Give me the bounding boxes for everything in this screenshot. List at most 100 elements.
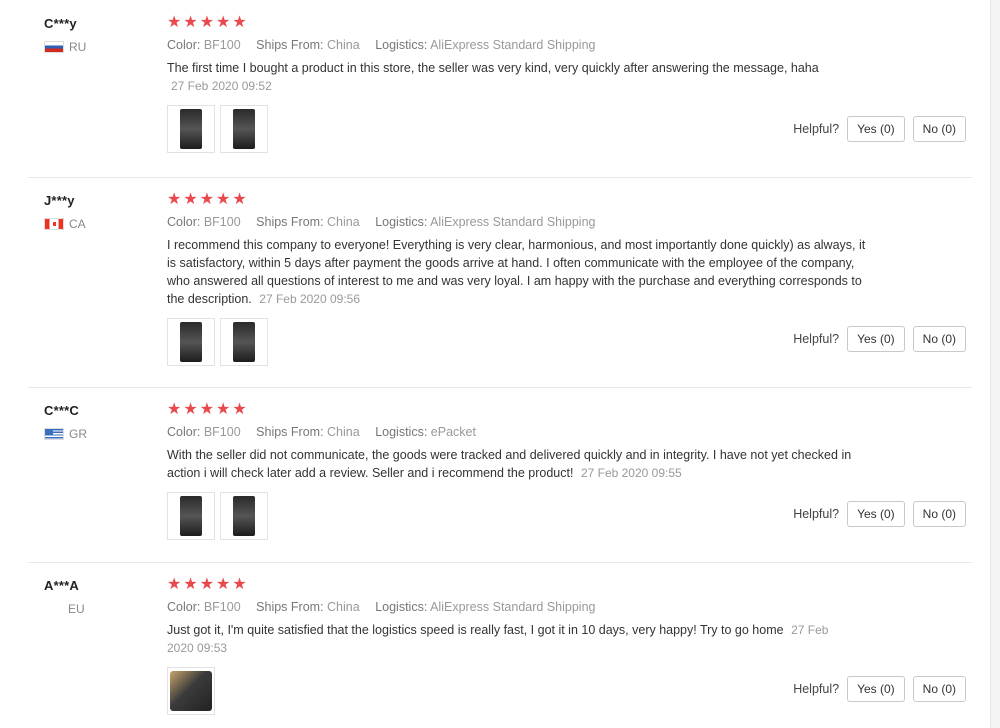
review-photos bbox=[167, 492, 887, 540]
review-date: 27 Feb 2020 09:56 bbox=[259, 292, 361, 306]
review-photo[interactable] bbox=[167, 492, 215, 540]
review-photos bbox=[167, 318, 887, 366]
ships-from-value: China bbox=[327, 600, 360, 614]
color-label: Color: bbox=[167, 215, 201, 229]
gr-flag-icon bbox=[44, 428, 64, 440]
review-photo[interactable] bbox=[220, 318, 268, 366]
star-rating: ★★★★★ bbox=[167, 191, 249, 208]
ships-from-label: Ships From: bbox=[256, 425, 324, 439]
helpful-label: Helpful? bbox=[793, 682, 840, 696]
helpful-controls: Helpful? Yes (0) No (0) bbox=[793, 116, 966, 142]
helpful-controls: Helpful? Yes (0) No (0) bbox=[793, 501, 966, 527]
review-item: J***y CA ★★★★★ Color: BF100 Ships From: … bbox=[28, 177, 972, 388]
country-code: EU bbox=[68, 602, 85, 616]
product-image-icon bbox=[233, 322, 255, 362]
product-image-icon bbox=[180, 496, 202, 536]
logistics-value: AliExpress Standard Shipping bbox=[430, 215, 596, 229]
reviewer-info: C***C GR bbox=[44, 403, 154, 441]
reviewer-country: CA bbox=[44, 217, 154, 231]
review-text: With the seller did not communicate, the… bbox=[167, 446, 867, 482]
review-photo[interactable] bbox=[167, 667, 215, 715]
helpful-yes-button[interactable]: Yes (0) bbox=[847, 501, 905, 527]
country-code: RU bbox=[69, 40, 87, 54]
review-meta: Color: BF100 Ships From: China Logistics… bbox=[167, 215, 887, 229]
helpful-no-button[interactable]: No (0) bbox=[912, 116, 966, 142]
reviewer-name: C***C bbox=[44, 403, 79, 418]
logistics-value: ePacket bbox=[430, 425, 476, 439]
color-label: Color: bbox=[167, 38, 201, 52]
review-photos bbox=[167, 667, 887, 715]
review-photos bbox=[167, 105, 887, 153]
logistics-label: Logistics: bbox=[375, 600, 428, 614]
color-value: BF100 bbox=[203, 425, 241, 439]
review-meta: Color: BF100 Ships From: China Logistics… bbox=[167, 425, 887, 439]
ca-flag-icon bbox=[44, 218, 64, 230]
logistics-label: Logistics: bbox=[375, 38, 428, 52]
helpful-yes-button[interactable]: Yes (0) bbox=[847, 326, 905, 352]
helpful-label: Helpful? bbox=[793, 122, 840, 136]
helpful-yes-button[interactable]: Yes (0) bbox=[847, 116, 905, 142]
helpful-controls: Helpful? Yes (0) No (0) bbox=[793, 676, 966, 702]
ships-from-label: Ships From: bbox=[256, 600, 324, 614]
helpful-label: Helpful? bbox=[793, 507, 840, 521]
review-meta: Color: BF100 Ships From: China Logistics… bbox=[167, 38, 887, 52]
review-photo[interactable] bbox=[167, 318, 215, 366]
color-value: BF100 bbox=[203, 38, 241, 52]
reviewer-name: J***y bbox=[44, 193, 75, 208]
reviewer-country: EU bbox=[44, 602, 154, 616]
product-image-icon bbox=[180, 322, 202, 362]
star-rating: ★★★★★ bbox=[167, 401, 249, 418]
review-photo[interactable] bbox=[220, 492, 268, 540]
review-photo[interactable] bbox=[167, 105, 215, 153]
color-label: Color: bbox=[167, 600, 201, 614]
review-body: Just got it, I'm quite satisfied that th… bbox=[167, 623, 784, 637]
product-image-icon bbox=[233, 496, 255, 536]
review-text: The first time I bought a product in thi… bbox=[167, 59, 867, 95]
color-value: BF100 bbox=[203, 215, 241, 229]
product-image-icon bbox=[233, 109, 255, 149]
review-photo[interactable] bbox=[220, 105, 268, 153]
reviewer-info: A***A EU bbox=[44, 578, 154, 616]
reviewer-info: C***y RU bbox=[44, 16, 154, 54]
review-item: C***C GR ★★★★★ Color: BF100 Ships From: … bbox=[28, 387, 972, 563]
reviewer-name: C***y bbox=[44, 16, 77, 31]
product-image-icon bbox=[170, 671, 212, 711]
helpful-no-button[interactable]: No (0) bbox=[912, 326, 966, 352]
ships-from-label: Ships From: bbox=[256, 38, 324, 52]
review-text: Just got it, I'm quite satisfied that th… bbox=[167, 621, 837, 657]
country-code: GR bbox=[69, 427, 87, 441]
reviewer-name: A***A bbox=[44, 578, 79, 593]
color-label: Color: bbox=[167, 425, 201, 439]
helpful-controls: Helpful? Yes (0) No (0) bbox=[793, 326, 966, 352]
helpful-yes-button[interactable]: Yes (0) bbox=[847, 676, 905, 702]
review-date: 27 Feb 2020 09:52 bbox=[171, 79, 272, 93]
review-item: A***A EU ★★★★★ Color: BF100 Ships From: … bbox=[28, 562, 972, 728]
logistics-label: Logistics: bbox=[375, 215, 428, 229]
helpful-no-button[interactable]: No (0) bbox=[912, 501, 966, 527]
ru-flag-icon bbox=[44, 41, 64, 53]
review-body: With the seller did not communicate, the… bbox=[167, 448, 852, 480]
ships-from-value: China bbox=[327, 215, 360, 229]
logistics-value: AliExpress Standard Shipping bbox=[430, 38, 596, 52]
ships-from-value: China bbox=[327, 38, 360, 52]
review-content: ★★★★★ Color: BF100 Ships From: China Log… bbox=[167, 191, 887, 366]
reviewer-info: J***y CA bbox=[44, 193, 154, 231]
review-content: ★★★★★ Color: BF100 Ships From: China Log… bbox=[167, 14, 887, 153]
reviewer-country: GR bbox=[44, 427, 154, 441]
ships-from-value: China bbox=[327, 425, 360, 439]
reviewer-country: RU bbox=[44, 40, 154, 54]
review-meta: Color: BF100 Ships From: China Logistics… bbox=[167, 600, 887, 614]
review-text: I recommend this company to everyone! Ev… bbox=[167, 236, 867, 308]
color-value: BF100 bbox=[203, 600, 241, 614]
review-item: C***y RU ★★★★★ Color: BF100 Ships From: … bbox=[28, 0, 972, 178]
review-content: ★★★★★ Color: BF100 Ships From: China Log… bbox=[167, 401, 887, 540]
helpful-label: Helpful? bbox=[793, 332, 840, 346]
helpful-no-button[interactable]: No (0) bbox=[912, 676, 966, 702]
product-image-icon bbox=[180, 109, 202, 149]
review-date: 27 Feb 2020 09:55 bbox=[580, 466, 682, 480]
star-rating: ★★★★★ bbox=[167, 576, 249, 593]
country-code: CA bbox=[69, 217, 86, 231]
review-content: ★★★★★ Color: BF100 Ships From: China Log… bbox=[167, 576, 887, 715]
logistics-value: AliExpress Standard Shipping bbox=[430, 600, 596, 614]
reviews-panel: C***y RU ★★★★★ Color: BF100 Ships From: … bbox=[0, 0, 991, 728]
